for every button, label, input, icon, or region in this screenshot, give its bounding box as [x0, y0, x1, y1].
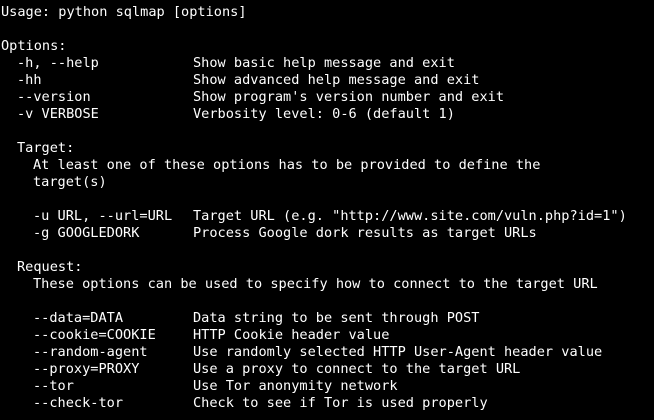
option-description: Use a proxy to connect to the target URL	[193, 361, 521, 377]
option-description: HTTP Cookie header value	[193, 327, 390, 343]
option-row-hh: -hh Show advanced help message and exit	[1, 72, 654, 89]
option-flag: --check-tor	[33, 395, 124, 411]
target-intro-line: At least one of these options has to be …	[33, 157, 541, 173]
option-description: Verbosity level: 0-6 (default 1)	[193, 106, 455, 122]
request-header: Request:	[17, 259, 83, 275]
option-flag: --tor	[33, 378, 74, 394]
option-row-googledork: -g GOOGLEDORK Process Google dork results…	[1, 225, 654, 242]
option-flag: -h, --help	[17, 55, 99, 71]
option-row-help: -h, --help Show basic help message and ex…	[1, 55, 654, 72]
target-intro-line: target(s)	[33, 174, 107, 190]
option-row-cookie: --cookie=COOKIE HTTP Cookie header value	[1, 327, 654, 344]
option-row-verbose: -v VERBOSE Verbosity level: 0-6 (default …	[1, 106, 654, 123]
option-flag: --random-agent	[33, 344, 148, 360]
option-flag: --cookie=COOKIE	[33, 327, 156, 343]
option-row-tor: --tor Use Tor anonymity network	[1, 378, 654, 395]
option-description: Process Google dork results as target UR…	[193, 225, 537, 241]
option-row-random-agent: --random-agent Use randomly selected HTTP…	[1, 344, 654, 361]
option-description: Show basic help message and exit	[193, 55, 455, 71]
option-row-url: -u URL, --url=URL Target URL (e.g. "http:…	[1, 208, 654, 225]
option-description: Show advanced help message and exit	[193, 72, 480, 88]
terminal-output: Usage: python sqlmap [options] Options: …	[0, 0, 654, 420]
option-flag: -g GOOGLEDORK	[33, 225, 140, 241]
option-flag: --data=DATA	[33, 310, 124, 326]
option-flag: -v VERBOSE	[17, 106, 99, 122]
request-intro-line: These options can be used to specify how…	[33, 276, 598, 292]
option-row-data: --data=DATA Data string to be sent throug…	[1, 310, 654, 327]
options-header: Options:	[1, 38, 67, 54]
option-flag: -u URL, --url=URL	[33, 208, 173, 224]
target-header: Target:	[17, 140, 75, 156]
option-description: Target URL (e.g. "http://www.site.com/vu…	[193, 208, 627, 224]
option-description: Show program's version number and exit	[193, 89, 504, 105]
option-row-check-tor: --check-tor Check to see if Tor is used p…	[1, 395, 654, 412]
option-row-proxy: --proxy=PROXY Use a proxy to connect to t…	[1, 361, 654, 378]
option-description: Use randomly selected HTTP User-Agent he…	[193, 344, 603, 360]
option-flag: --proxy=PROXY	[33, 361, 140, 377]
option-description: Data string to be sent through POST	[193, 310, 480, 326]
option-row-version: --version Show program's version number a…	[1, 89, 654, 106]
option-description: Check to see if Tor is used properly	[193, 395, 488, 411]
option-flag: --version	[17, 89, 91, 105]
option-description: Use Tor anonymity network	[193, 378, 398, 394]
option-flag: -hh	[17, 72, 42, 88]
usage-line: Usage: python sqlmap [options]	[1, 4, 247, 20]
